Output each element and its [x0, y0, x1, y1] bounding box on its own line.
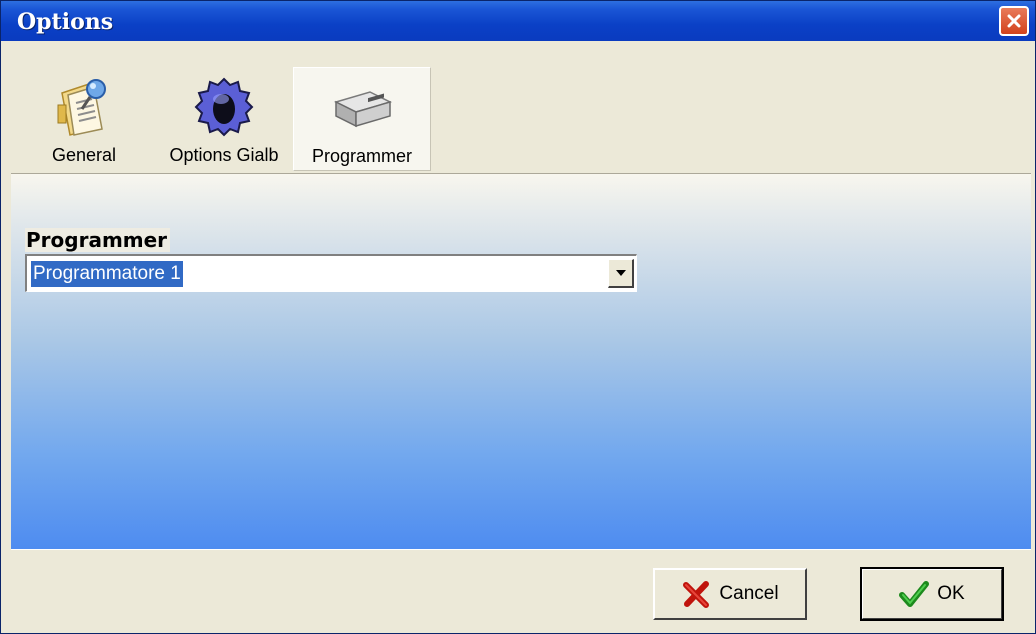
programmer-settings-panel: Programmer Programmatore 1 [11, 173, 1031, 549]
close-button[interactable] [999, 6, 1029, 36]
tab-programmer-label: Programmer [311, 146, 413, 166]
chevron-down-icon [615, 270, 626, 276]
tab-programmer[interactable]: Programmer [293, 67, 431, 171]
window-title: Options [17, 9, 114, 35]
ok-button[interactable]: OK [860, 567, 1004, 621]
ok-button-label: OK [937, 583, 965, 604]
title-bar[interactable]: Options [1, 1, 1035, 41]
programmer-field-label: Programmer [25, 228, 171, 252]
programmer-select[interactable]: Programmatore 1 [25, 254, 637, 292]
red-x-icon [683, 581, 710, 608]
cancel-button-label: Cancel [719, 583, 779, 604]
programmer-device-icon [333, 91, 393, 128]
options-tab-bar: General Options Gialb Programmer [11, 67, 1031, 173]
programmer-select-value: Programmatore 1 [31, 261, 183, 287]
tab-options-gialb[interactable]: Options Gialb [155, 67, 293, 171]
gear-icon [194, 77, 254, 137]
cancel-button[interactable]: Cancel [653, 568, 807, 620]
tab-general-label: General [51, 145, 117, 165]
dropdown-button[interactable] [608, 259, 634, 288]
document-pushpin-icon [57, 79, 106, 136]
green-check-icon [899, 581, 930, 607]
tab-general[interactable]: General [29, 67, 139, 171]
options-dialog: Options General Options Gialb Programmer… [0, 0, 1036, 634]
close-icon [1007, 14, 1021, 28]
dialog-button-bar: Cancel OK [11, 549, 1031, 632]
tab-options-gialb-label: Options Gialb [169, 145, 279, 165]
